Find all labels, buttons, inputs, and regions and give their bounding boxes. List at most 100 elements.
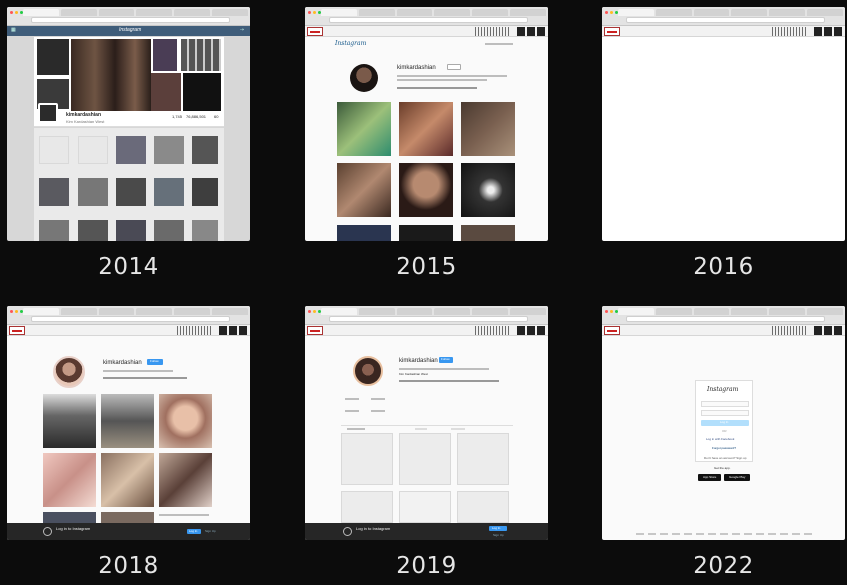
avatar bbox=[353, 356, 383, 386]
year-label: 2014 bbox=[98, 254, 159, 280]
banner-signup-link[interactable]: Sign Up bbox=[205, 530, 216, 533]
post-thumbnail[interactable] bbox=[461, 163, 515, 217]
year-label: 2015 bbox=[396, 254, 457, 280]
url-bar[interactable] bbox=[31, 316, 230, 322]
post-thumbnail[interactable] bbox=[101, 453, 154, 507]
posts-count: 1,745 bbox=[172, 114, 183, 119]
screenshot-2018: kimkardashian Follow Log in to Instagram… bbox=[7, 306, 250, 540]
banner-login-button[interactable]: Log In bbox=[187, 529, 201, 534]
browser-chrome bbox=[602, 7, 845, 26]
post-thumbnail[interactable] bbox=[159, 453, 212, 507]
year-label: 2016 bbox=[693, 254, 754, 280]
photo bbox=[71, 39, 151, 111]
username: kimkardashian bbox=[397, 65, 436, 71]
username: kimkardashian bbox=[103, 360, 142, 366]
post-placeholder[interactable] bbox=[457, 433, 509, 485]
app-store-label: App Store bbox=[703, 475, 717, 479]
follow-button[interactable]: Follow bbox=[147, 359, 163, 365]
post-thumbnail[interactable] bbox=[159, 394, 212, 448]
wayback-toolbar bbox=[7, 325, 250, 336]
instagram-logo: Instagram bbox=[335, 40, 367, 47]
photo-grid bbox=[34, 128, 224, 241]
post-thumbnail[interactable] bbox=[399, 102, 453, 156]
banner-title: Log in to Instagram bbox=[56, 526, 91, 531]
login-link[interactable]: ⇢ bbox=[240, 28, 244, 33]
following-count: 60 bbox=[214, 114, 219, 119]
url-bar[interactable] bbox=[329, 17, 528, 23]
post-placeholder[interactable] bbox=[457, 491, 509, 523]
login-label: Log In bbox=[492, 526, 501, 530]
post-thumbnail[interactable] bbox=[43, 394, 96, 448]
login-banner: Log in to Instagram Log In Sign Up bbox=[7, 523, 250, 540]
banner-login-button[interactable]: Log In bbox=[489, 526, 507, 531]
url-bar[interactable] bbox=[626, 17, 825, 23]
forgot-password-link[interactable]: Forgot password? bbox=[712, 447, 736, 450]
follow-label: Follow bbox=[150, 359, 159, 363]
login-button[interactable]: Log In bbox=[701, 420, 749, 426]
home-icon[interactable]: ▦ bbox=[11, 28, 16, 33]
login-banner: Log in to Instagram Log In Sign Up bbox=[305, 523, 548, 540]
banner-signup-link[interactable]: Sign Up bbox=[493, 534, 504, 537]
login-label: Log In bbox=[189, 529, 198, 533]
instagram-logo: Instagram bbox=[707, 386, 739, 393]
wayback-toolbar bbox=[305, 325, 548, 336]
browser-chrome bbox=[7, 306, 250, 325]
banner-title: Log in to Instagram bbox=[356, 526, 391, 531]
instagram-icon bbox=[343, 527, 352, 536]
password-input[interactable] bbox=[701, 410, 749, 416]
bio: Kim Kardashian West bbox=[66, 119, 105, 124]
login-card: Instagram Log In OR Log in with Facebook… bbox=[695, 380, 753, 462]
follow-button[interactable] bbox=[447, 64, 461, 70]
browser-chrome bbox=[7, 7, 250, 26]
facebook-login-link[interactable]: Log in with Facebook bbox=[706, 438, 734, 441]
avatar bbox=[38, 103, 58, 123]
post-thumbnail[interactable] bbox=[101, 394, 154, 448]
screenshot-2014: ▦ Instagram ⇢ kimkardashian Kim Kardashi… bbox=[7, 7, 250, 241]
browser-chrome bbox=[602, 306, 845, 325]
post-placeholder[interactable] bbox=[341, 491, 393, 523]
url-bar[interactable] bbox=[329, 316, 528, 322]
wayback-toolbar bbox=[602, 325, 845, 336]
photo bbox=[151, 73, 181, 111]
avatar bbox=[53, 356, 85, 388]
post-placeholder[interactable] bbox=[399, 433, 451, 485]
photo bbox=[183, 73, 221, 111]
post-thumbnail[interactable] bbox=[43, 453, 96, 507]
followers-count: 76,886,501 bbox=[186, 114, 207, 119]
signup-prompt[interactable]: Don't have an account? Sign up bbox=[704, 457, 746, 460]
footer-links bbox=[636, 533, 812, 535]
photo bbox=[181, 39, 221, 71]
year-label: 2022 bbox=[693, 553, 754, 579]
get-app-text: Get the app. bbox=[714, 466, 731, 470]
instagram-icon bbox=[43, 527, 52, 536]
year-label: 2018 bbox=[98, 553, 159, 579]
post-thumbnail[interactable] bbox=[399, 163, 453, 217]
google-play-badge[interactable]: Google Play bbox=[724, 474, 750, 481]
photo bbox=[153, 39, 177, 71]
screenshot-2016 bbox=[602, 7, 845, 241]
post-placeholder[interactable] bbox=[341, 433, 393, 485]
or-divider: OR bbox=[722, 429, 727, 433]
follow-label: Follow bbox=[441, 357, 450, 361]
instagram-header: ▦ Instagram ⇢ bbox=[7, 26, 250, 36]
url-bar[interactable] bbox=[626, 316, 825, 322]
username-input[interactable] bbox=[701, 401, 749, 407]
follow-button[interactable]: Follow bbox=[439, 357, 453, 363]
screenshot-2022: Instagram Log In OR Log in with Facebook… bbox=[602, 306, 845, 540]
app-store-badge[interactable]: App Store bbox=[698, 474, 721, 481]
post-thumbnail[interactable] bbox=[337, 102, 391, 156]
login-label: Log In bbox=[720, 420, 729, 424]
bio: Kim Kardashian West bbox=[399, 372, 428, 376]
year-label: 2019 bbox=[396, 553, 457, 579]
avatar bbox=[350, 64, 378, 92]
post-placeholder[interactable] bbox=[399, 491, 451, 523]
photo bbox=[37, 39, 69, 75]
post-thumbnail[interactable] bbox=[337, 163, 391, 217]
post-thumbnail[interactable] bbox=[461, 102, 515, 156]
wayback-toolbar bbox=[305, 26, 548, 37]
browser-chrome bbox=[305, 7, 548, 26]
screenshot-2015: Instagram kimkardashian bbox=[305, 7, 548, 241]
header-title: Instagram bbox=[119, 27, 142, 33]
username: kimkardashian bbox=[399, 358, 438, 364]
url-bar[interactable] bbox=[31, 17, 230, 23]
